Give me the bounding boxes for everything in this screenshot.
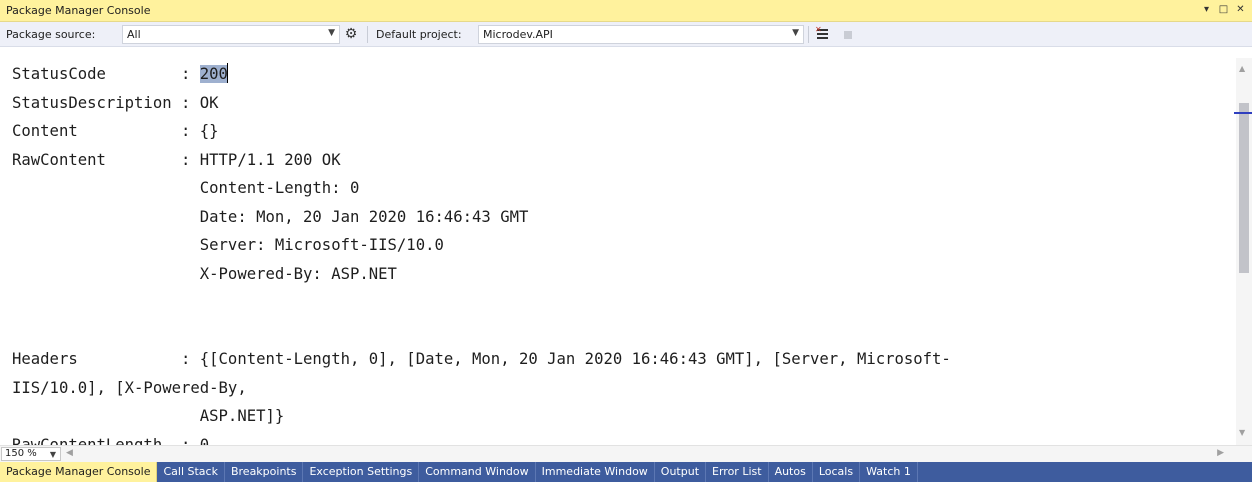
title-bar: Package Manager Console ▾ □ ✕ xyxy=(0,0,1252,22)
package-source-label: Package source: xyxy=(6,28,96,41)
console-line: X-Powered-By: ASP.NET xyxy=(12,265,397,283)
console-line-text: ASP.NET]} xyxy=(12,407,285,425)
console-line: RawContentLength : 0 xyxy=(12,436,209,446)
console-line-text: IIS/10.0], [X-Powered-By, xyxy=(12,378,247,397)
stop-command-icon[interactable] xyxy=(844,31,852,39)
scroll-left-icon[interactable]: ◀ xyxy=(66,448,73,458)
tab-command-window[interactable]: Command Window xyxy=(419,462,536,482)
settings-gear-icon[interactable]: ⚙ xyxy=(343,25,359,43)
console-line: RawContent : HTTP/1.1 200 OK xyxy=(12,151,341,169)
console-line: StatusCode : 200 xyxy=(12,63,228,83)
default-project-label: Default project: xyxy=(376,28,462,41)
scroll-down-icon[interactable]: ▼ xyxy=(1239,428,1245,437)
console-line-text: Content : {} xyxy=(12,122,219,140)
console-line-text: StatusDescription : OK xyxy=(12,93,219,112)
console-line: Headers : {[Content-Length, 0], [Date, M… xyxy=(12,350,951,368)
chevron-down-icon: ▼ xyxy=(792,28,799,38)
console-line: StatusDescription : OK xyxy=(12,94,219,112)
console-text: StatusCode : 200 StatusDescription : OK … xyxy=(12,60,951,445)
vertical-scrollbar[interactable]: ▲ ▼ xyxy=(1234,58,1252,445)
scroll-up-icon[interactable]: ▲ xyxy=(1239,64,1245,73)
window-menu-chevron-icon[interactable]: ▾ xyxy=(1201,3,1212,17)
default-project-dropdown[interactable]: Microdev.API ▼ xyxy=(478,25,804,44)
console-line-text: X-Powered-By: ASP.NET xyxy=(12,264,397,283)
console-line-text: StatusCode : xyxy=(12,65,200,83)
tab-autos[interactable]: Autos xyxy=(769,462,813,482)
console-line: Server: Microsoft-IIS/10.0 xyxy=(12,236,444,254)
tab-package-manager-console[interactable]: Package Manager Console xyxy=(0,462,158,482)
clear-console-icon[interactable]: ✕ xyxy=(815,25,831,42)
window-title: Package Manager Console xyxy=(6,4,151,17)
zoom-value: 150 % xyxy=(5,448,37,459)
console-line: Content-Length: 0 xyxy=(12,179,360,197)
scroll-position-marker xyxy=(1234,112,1252,114)
console-line: ASP.NET]} xyxy=(12,407,285,425)
console-line-text: Date: Mon, 20 Jan 2020 16:46:43 GMT xyxy=(12,207,529,226)
horizontal-scrollbar[interactable]: 150 % ▼ ◀ ▶ xyxy=(0,445,1252,462)
console-line-text: Headers : {[Content-Length, 0], [Date, M… xyxy=(12,350,951,368)
console-line: Content : {} xyxy=(12,122,219,140)
tab-immediate-window[interactable]: Immediate Window xyxy=(536,462,655,482)
close-icon[interactable]: ✕ xyxy=(1235,3,1246,17)
console-output[interactable]: StatusCode : 200 StatusDescription : OK … xyxy=(0,58,1236,445)
window-controls: ▾ □ ✕ xyxy=(1201,3,1246,17)
tab-output[interactable]: Output xyxy=(655,462,707,482)
text-caret xyxy=(226,63,228,83)
package-source-value: All xyxy=(127,28,141,41)
console-line: IIS/10.0], [X-Powered-By, xyxy=(12,379,247,397)
console-line-text: Content-Length: 0 xyxy=(12,179,360,197)
tab-locals[interactable]: Locals xyxy=(813,462,861,482)
console-line-text: RawContentLength : 0 xyxy=(12,435,210,446)
tab-exception-settings[interactable]: Exception Settings xyxy=(303,462,420,482)
console-line: Date: Mon, 20 Jan 2020 16:46:43 GMT xyxy=(12,207,529,226)
maximize-icon[interactable]: □ xyxy=(1218,3,1229,17)
console-line-text: RawContent : HTTP/1.1 200 OK xyxy=(12,150,341,169)
package-source-dropdown[interactable]: All ▼ xyxy=(122,25,340,44)
tab-watch-1[interactable]: Watch 1 xyxy=(860,462,918,482)
chevron-down-icon: ▼ xyxy=(328,28,335,38)
scrollbar-thumb[interactable] xyxy=(1239,103,1249,273)
tab-call-stack[interactable]: Call Stack xyxy=(157,462,225,482)
console-line-text: Server: Microsoft-IIS/10.0 xyxy=(12,236,444,254)
chevron-down-icon: ▼ xyxy=(49,450,56,459)
tab-error-list[interactable]: Error List xyxy=(706,462,769,482)
tab-breakpoints[interactable]: Breakpoints xyxy=(225,462,304,482)
toolbar-separator xyxy=(808,26,809,43)
default-project-value: Microdev.API xyxy=(483,28,553,41)
toolbar-separator xyxy=(367,26,368,43)
zoom-dropdown[interactable]: 150 % ▼ xyxy=(1,447,61,461)
scroll-right-icon[interactable]: ▶ xyxy=(1217,448,1224,458)
tool-window-tabs: Package Manager Console Call Stack Breakpo… xyxy=(0,462,1252,482)
console-toolbar: Package source: All ▼ ⚙ Default project:… xyxy=(0,22,1252,47)
selected-text: 200 xyxy=(199,65,228,83)
